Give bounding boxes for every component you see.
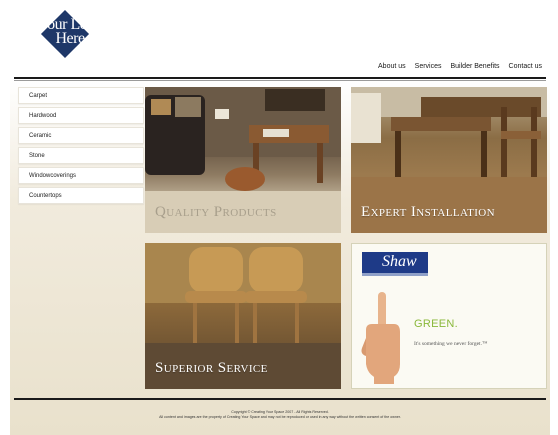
sidebar-item-ceramic[interactable]: Ceramic <box>18 127 144 144</box>
header-divider-thin <box>14 80 546 81</box>
footer: Copyright © Creating Your Space 2007 - A… <box>10 410 550 420</box>
footer-notice: All content and images are the property … <box>159 415 401 419</box>
page: Your Logo Here About us Services Builder… <box>10 0 550 435</box>
sidebar-item-stone[interactable]: Stone <box>18 147 144 164</box>
tile-quality-products[interactable]: Quality Products <box>145 87 341 233</box>
footer-divider <box>14 398 546 400</box>
logo-line2: Here <box>55 30 85 47</box>
nav-about-us[interactable]: About us <box>378 63 406 70</box>
shaw-logo: Shaw <box>362 252 428 274</box>
nav-builder-benefits[interactable]: Builder Benefits <box>451 63 500 70</box>
sidebar: Carpet Hardwood Ceramic Stone Windowcove… <box>18 87 144 207</box>
tile-expert-installation[interactable]: Expert Installation <box>351 87 547 233</box>
logo[interactable]: Your Logo Here <box>28 9 112 68</box>
tile-label: Expert Installation <box>361 204 495 220</box>
sidebar-item-hardwood[interactable]: Hardwood <box>18 107 144 124</box>
ad-headline: GREEN. <box>414 318 458 330</box>
pointing-hand-icon <box>361 292 400 384</box>
sidebar-item-windowcoverings[interactable]: Windowcoverings <box>18 167 144 184</box>
ad-tagline: It's something we never forget.™ <box>414 341 488 347</box>
nav-services[interactable]: Services <box>415 63 442 70</box>
tile-superior-service[interactable]: Superior Service <box>145 243 341 389</box>
shaw-advertisement[interactable]: Shaw GREEN. It's something we never forg… <box>351 243 547 389</box>
header-divider <box>14 77 546 79</box>
tile-label: Quality Products <box>155 204 277 220</box>
logo-text: Your Logo Here <box>28 17 112 47</box>
nav-contact-us[interactable]: Contact us <box>509 63 542 70</box>
top-nav: About us Services Builder Benefits Conta… <box>378 63 542 70</box>
tile-label: Superior Service <box>155 360 268 376</box>
sidebar-item-countertops[interactable]: Countertops <box>18 187 144 204</box>
sidebar-item-carpet[interactable]: Carpet <box>18 87 144 104</box>
shaw-logo-strip <box>362 273 428 276</box>
